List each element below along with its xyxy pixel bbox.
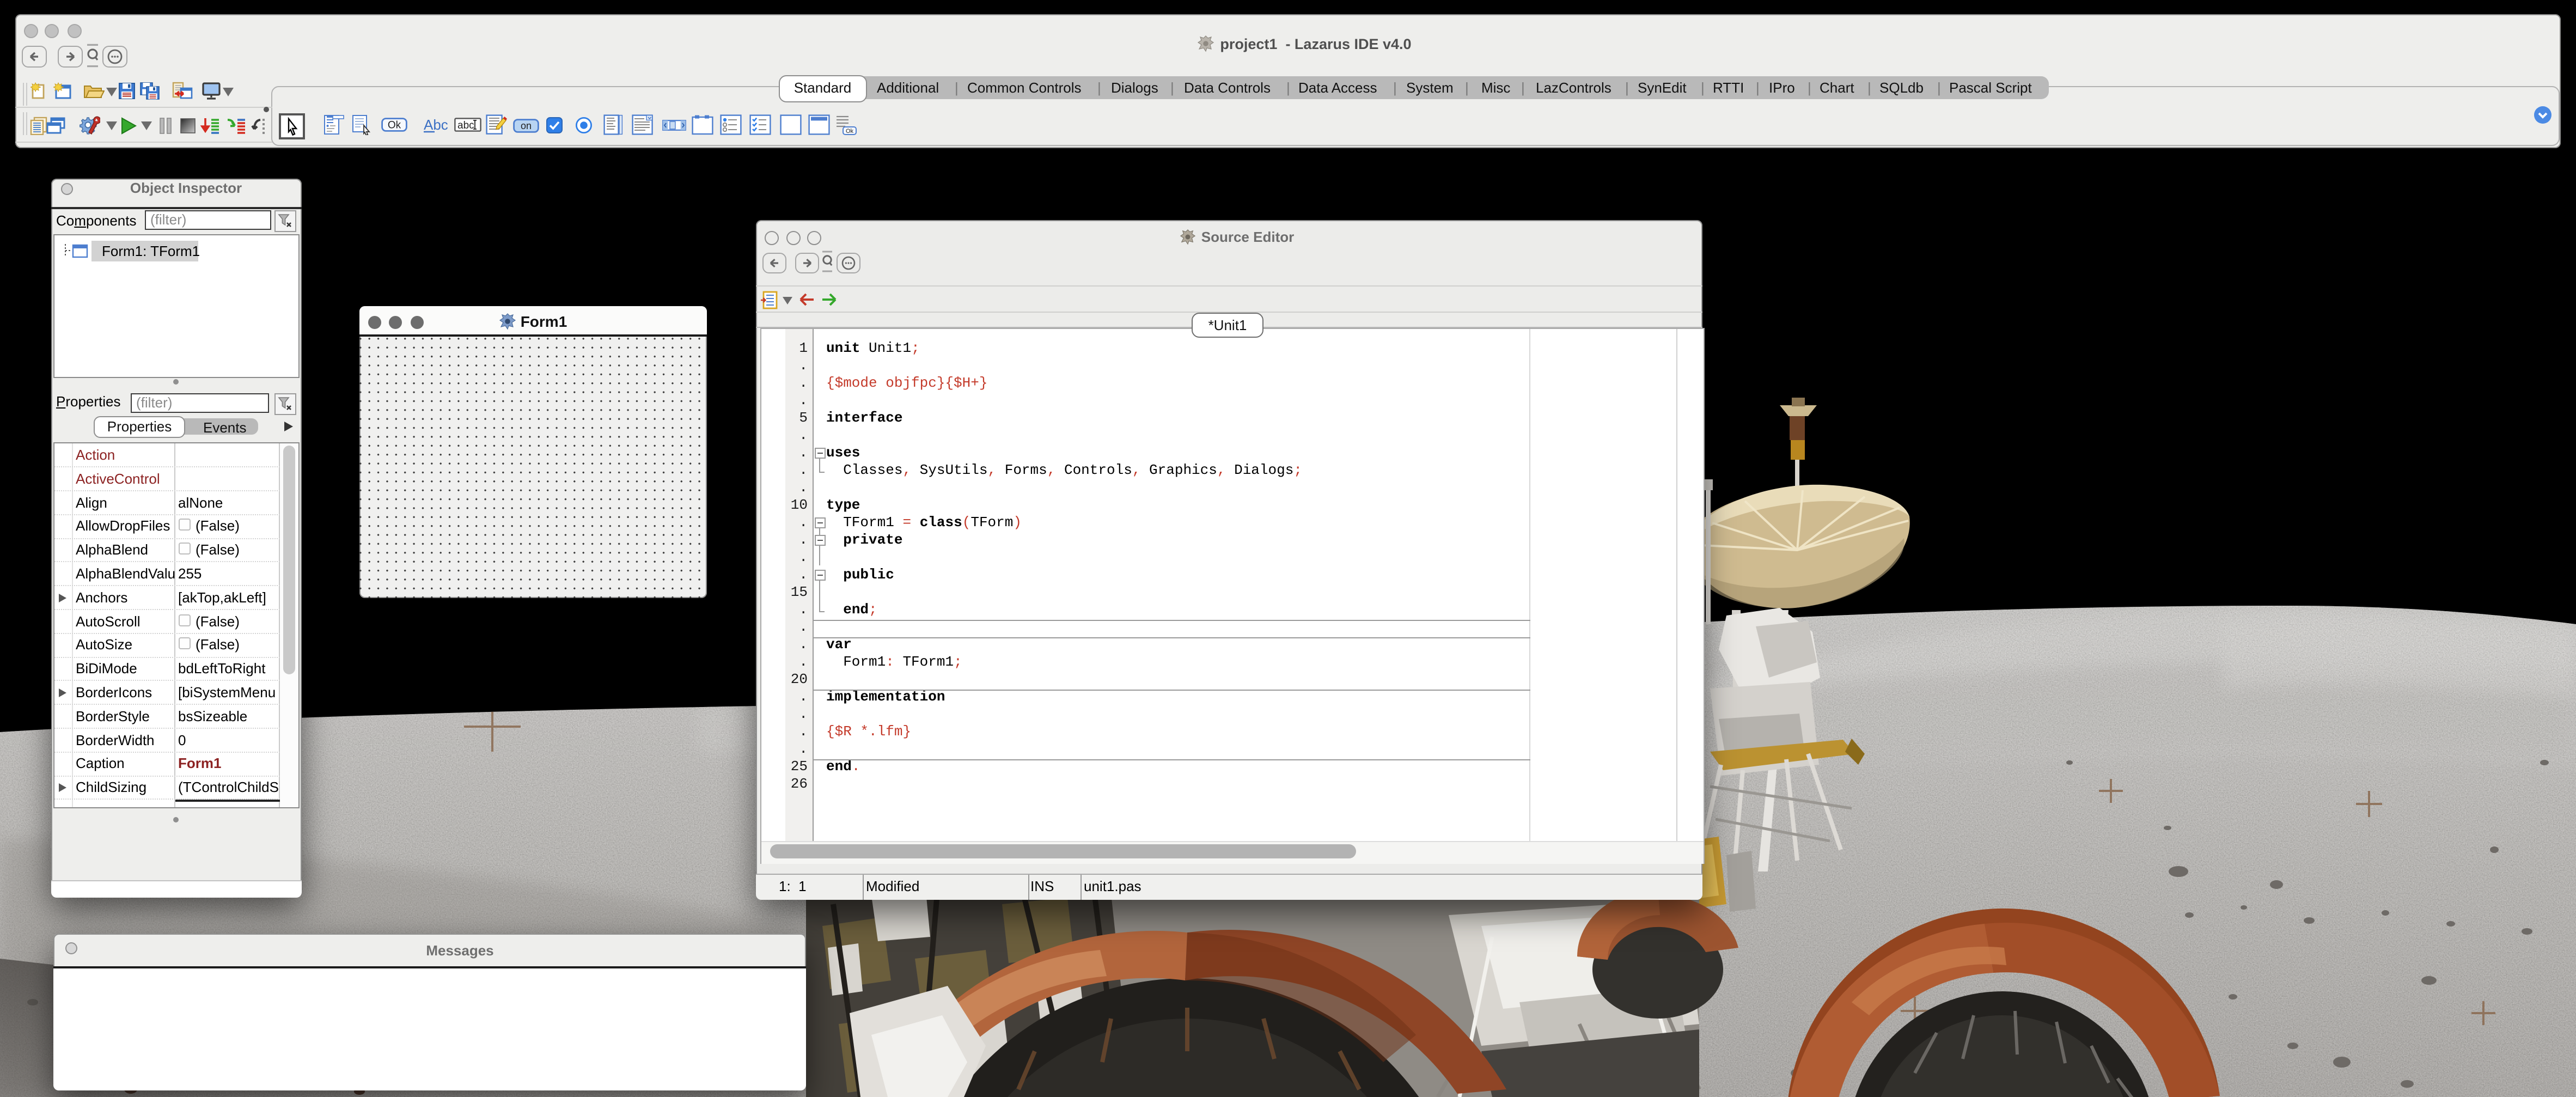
svg-text:Ok: Ok xyxy=(388,120,401,131)
svg-text:on: on xyxy=(521,120,532,131)
svg-text:abc: abc xyxy=(457,120,474,131)
svg-text:Ok: Ok xyxy=(846,128,854,135)
svg-text:Abc: Abc xyxy=(424,118,448,133)
